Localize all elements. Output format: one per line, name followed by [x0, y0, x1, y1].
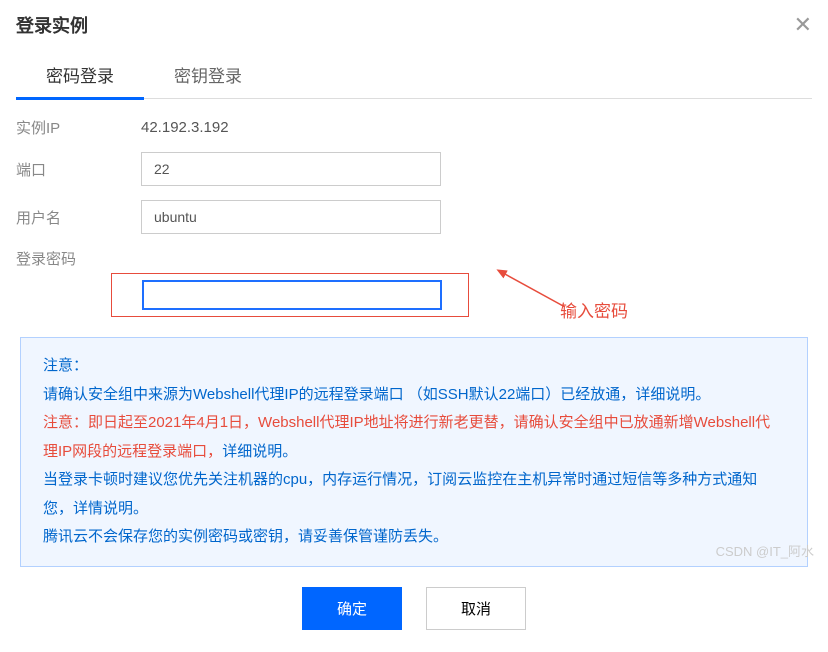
port-input[interactable] [141, 152, 441, 186]
ok-button[interactable]: 确定 [302, 587, 402, 630]
login-tabs: 密码登录 密钥登录 [16, 54, 812, 99]
username-input[interactable] [141, 200, 441, 234]
notice-l2e: 。 [695, 386, 710, 403]
notice-l4a: 当登录卡顿时建议您优先关注机器的cpu，内存运行情况，订阅 [43, 471, 457, 488]
dialog-title: 登录实例 [16, 12, 88, 38]
port-label: 端口 [16, 159, 141, 180]
detail-link-3[interactable]: 详情说明 [73, 500, 133, 517]
password-label: 登录密码 [16, 248, 141, 269]
detail-link-2[interactable]: 详细说明 [222, 443, 282, 460]
watermark: CSDN @IT_阿水 [716, 541, 814, 560]
password-input[interactable] [142, 280, 442, 310]
notice-l3: 注意：即日起至2021年4月1日，Webshell代理IP地址将进行新老更替，请… [43, 414, 770, 460]
close-icon[interactable]: ✕ [794, 12, 812, 38]
notice-l5: 腾讯云不会保存您的实例密码或密钥，请妥善保管谨防丢失。 [43, 528, 448, 545]
password-highlight [111, 273, 469, 317]
cancel-button[interactable]: 取消 [426, 587, 526, 630]
notice-l2c: 的远程登录端口 （如SSH默认22端口）已经放通， [299, 386, 636, 403]
notice-l1: 注意： [43, 357, 88, 374]
cloud-monitor-link[interactable]: 云监控 [457, 471, 502, 488]
notice-box: 注意： 请确认安全组中来源为Webshell代理IP的远程登录端口 （如SSH默… [20, 337, 808, 567]
notice-l4e: 。 [133, 500, 148, 517]
webshell-ip-link[interactable]: Webshell代理IP [193, 386, 299, 403]
annotation-text: 输入密码 [560, 297, 628, 322]
ip-label: 实例IP [16, 117, 141, 138]
ip-value: 42.192.3.192 [141, 119, 229, 136]
tab-key[interactable]: 密钥登录 [144, 54, 272, 98]
username-label: 用户名 [16, 207, 141, 228]
notice-l2a: 请确认安全组中来源为 [43, 386, 193, 403]
notice-l3c: 。 [282, 443, 297, 460]
tab-password[interactable]: 密码登录 [16, 54, 144, 100]
detail-link-1[interactable]: 详细说明 [635, 386, 695, 403]
